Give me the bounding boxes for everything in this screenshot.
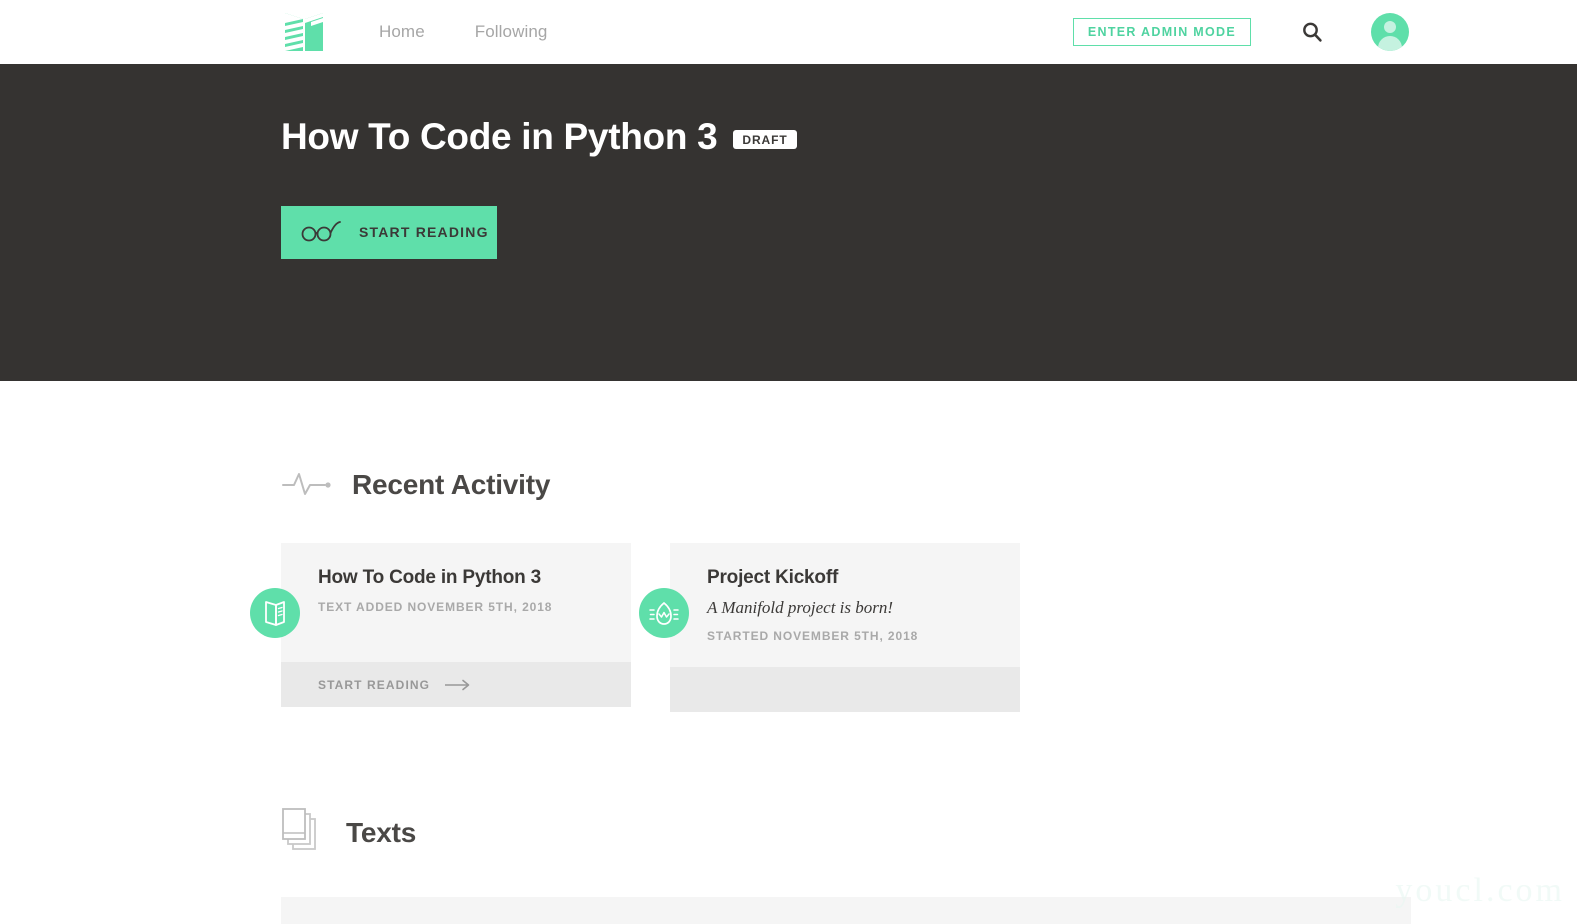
activity-card-title: Project Kickoff [707,567,994,589]
activity-card[interactable]: How To Code in Python 3 TEXT ADDED NOVEM… [281,543,631,712]
nav-link-following[interactable]: Following [475,22,548,42]
glasses-icon [300,220,342,245]
main-content: Recent Activity How To Code in Python 3 [0,381,1577,924]
recent-activity-heading-row: Recent Activity [281,457,1577,513]
nav-link-home[interactable]: Home [379,22,425,42]
texts-heading-row: Texts [281,805,1577,861]
search-icon[interactable] [1301,21,1323,43]
user-avatar-icon[interactable] [1371,13,1409,51]
hero-start-reading-label: START READING [359,224,489,240]
texts-section: Texts PUBLISHED VERSION [281,712,1577,924]
status-badge-draft: DRAFT [733,130,796,149]
recent-activity-title: Recent Activity [352,469,550,501]
activity-card-subtitle: A Manifold project is born! [707,598,994,618]
primary-nav-links: Home Following [379,22,547,42]
enter-admin-mode-button[interactable]: ENTER ADMIN MODE [1073,18,1251,46]
activity-card-title: How To Code in Python 3 [318,567,605,589]
activity-card[interactable]: Project Kickoff A Manifold project is bo… [670,543,1020,712]
top-navbar: Home Following ENTER ADMIN MODE [0,0,1577,64]
avatar-head-shape [1384,21,1396,33]
open-book-icon [250,588,300,638]
hero-title-row: How To Code in Python 3 DRAFT [281,117,1577,158]
manifold-logo-icon[interactable] [281,9,327,55]
published-version-panel[interactable]: PUBLISHED VERSION [281,897,1411,924]
activity-card-footer [670,667,1020,712]
arrow-right-icon [444,679,472,691]
activity-card-meta: TEXT ADDED NOVEMBER 5TH, 2018 [318,600,605,614]
texts-title: Texts [346,817,416,849]
activity-card-footer-label: START READING [318,678,430,692]
hero-start-reading-button[interactable]: START READING [281,206,497,259]
activity-cards-row: How To Code in Python 3 TEXT ADDED NOVEM… [281,543,1577,712]
navbar-right-group: ENTER ADMIN MODE [1073,13,1409,51]
hatching-egg-icon [639,588,689,638]
pulse-icon [281,467,333,504]
activity-card-body: How To Code in Python 3 TEXT ADDED NOVEM… [281,543,631,662]
activity-card-start-reading-link[interactable]: START READING [281,662,631,707]
activity-card-body: Project Kickoff A Manifold project is bo… [670,543,1020,667]
navbar-left-group: Home Following [281,9,547,55]
page-title: How To Code in Python 3 [281,117,717,158]
recent-activity-section: Recent Activity How To Code in Python 3 [281,381,1577,712]
stacked-pages-icon [281,805,327,862]
project-hero-banner: How To Code in Python 3 DRAFT START READ… [0,64,1577,381]
avatar-body-shape [1378,36,1402,51]
activity-card-meta: STARTED NOVEMBER 5TH, 2018 [707,629,994,643]
